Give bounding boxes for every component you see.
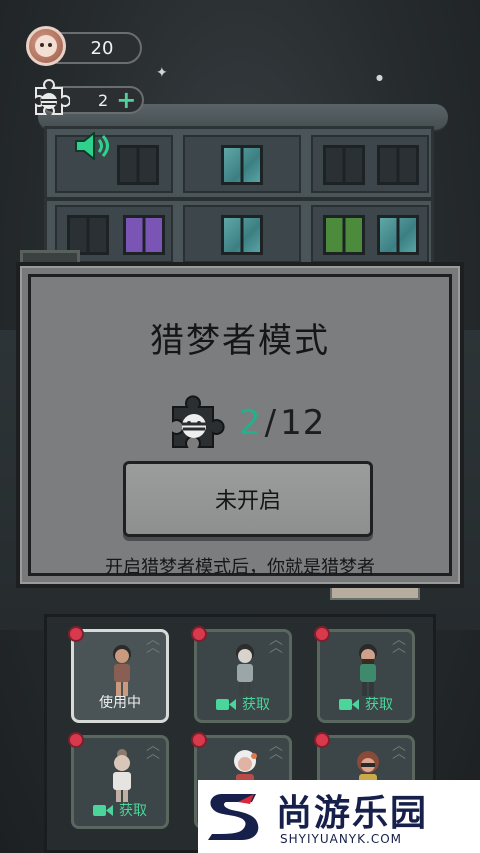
- dialog-title: 猎梦者模式: [150, 321, 330, 361]
- notification-dot: [314, 732, 330, 748]
- get-label: 获取: [119, 803, 147, 819]
- puzzle-piece-icon: [172, 395, 225, 448]
- watermark-url: SHYIYUANYK.COM: [280, 832, 402, 846]
- character-woman-bun-icon: [113, 749, 131, 802]
- notification-dot: [314, 626, 330, 642]
- game-screen: ✦ ● ● 20 2 + 猎梦者模式: [0, 0, 480, 853]
- dream-hunter-mode-dialog: 猎梦者模式 2/12 未开启 开启猎梦者模式后，你就是猎梦者: [16, 262, 464, 588]
- coin-count: 20: [90, 37, 114, 59]
- dialog-description: 开启猎梦者模式后，你就是猎梦者: [105, 557, 375, 578]
- character-status: 使用中: [99, 695, 141, 711]
- get-action[interactable]: 获取: [197, 694, 289, 714]
- chevron-up-icon: ︿ ︿: [146, 632, 160, 656]
- character-card[interactable]: ︿ ︿ 获取: [191, 626, 292, 723]
- window-monster-icon: [323, 215, 365, 255]
- get-action[interactable]: 获取: [74, 800, 166, 820]
- dialog-frame: 猎梦者模式 2/12 未开启 开启猎梦者模式后，你就是猎梦者: [28, 274, 452, 578]
- video-icon: [93, 804, 113, 816]
- speaker-icon[interactable]: [72, 132, 112, 160]
- not-unlocked-button[interactable]: 未开启: [123, 461, 373, 537]
- notification-dot: [191, 732, 207, 748]
- character-card[interactable]: ︿ ︿ 获取: [68, 732, 169, 829]
- notification-dot: [68, 626, 84, 642]
- site-logo-icon: [208, 794, 259, 840]
- video-icon: [339, 698, 359, 710]
- chevron-up-icon: ︿ ︿: [146, 738, 160, 762]
- chevron-up-icon: ︿ ︿: [269, 632, 283, 656]
- watermark-banner: 尚游乐园 SHYIYUANYK.COM: [198, 780, 480, 853]
- progress-current: 2: [239, 403, 262, 443]
- character-girl-icon: [113, 645, 131, 696]
- ghost-face-coin-icon: [26, 26, 66, 66]
- progress-separator: /: [264, 403, 278, 443]
- chevron-up-icon: ︿ ︿: [392, 738, 406, 762]
- puzzle-piece-icon: [35, 79, 70, 115]
- watermark-title: 尚游乐园: [276, 793, 429, 834]
- plus-icon[interactable]: +: [116, 88, 136, 112]
- piece-progress: 2/12: [239, 403, 325, 443]
- chevron-up-icon: ︿ ︿: [392, 632, 406, 656]
- chevron-up-icon: ︿ ︿: [269, 738, 283, 762]
- get-label: 获取: [365, 697, 393, 713]
- get-action[interactable]: 获取: [320, 694, 412, 714]
- character-card[interactable]: ︿ ︿ 使用中: [68, 626, 169, 723]
- puzzle-piece-count: 2: [98, 90, 109, 110]
- star-icon: ●: [376, 73, 383, 82]
- character-card[interactable]: ︿ ︿ 获取: [314, 626, 415, 723]
- get-label: 获取: [242, 697, 270, 713]
- video-icon: [216, 698, 236, 710]
- window-character-icon: [123, 215, 165, 255]
- star-icon: ✦: [156, 65, 168, 81]
- notification-dot: [68, 732, 84, 748]
- character-boy-glasses-icon: [236, 644, 254, 696]
- character-boy-beard-icon: [359, 644, 377, 696]
- notification-dot: [191, 626, 207, 642]
- progress-total: 12: [280, 403, 326, 443]
